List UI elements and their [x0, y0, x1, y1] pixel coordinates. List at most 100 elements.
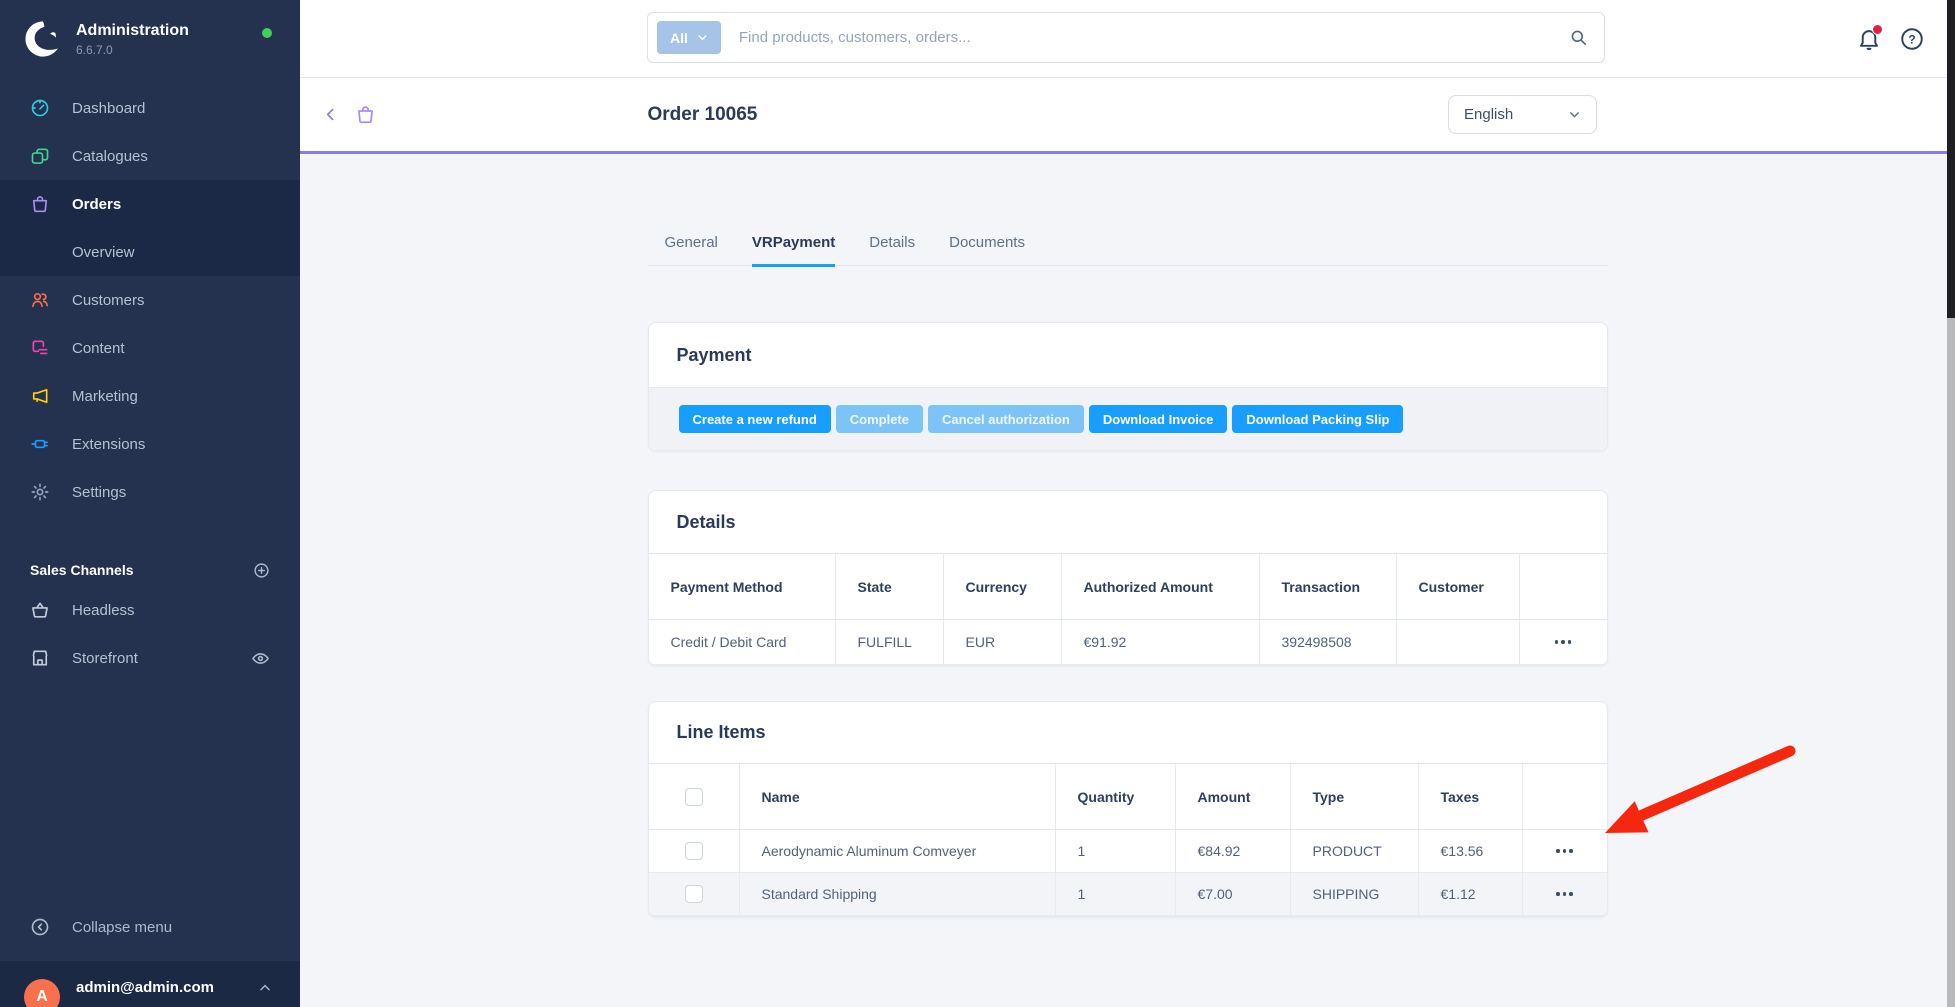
- sidebar-item-label: Settings: [72, 484, 126, 501]
- content-layout-icon: [30, 338, 50, 358]
- sidebar-item-marketing[interactable]: Marketing: [0, 372, 300, 420]
- line-items-card-title: Line Items: [677, 722, 766, 743]
- page-title: Order 10065: [648, 104, 758, 126]
- column-header: Taxes: [1419, 764, 1523, 829]
- search-scope-label: All: [670, 30, 688, 46]
- order-tabs: General VRPayment Details Documents: [648, 234, 1608, 266]
- table-row: Credit / Debit Card FULFILL EUR €91.92 3…: [649, 620, 1607, 665]
- cell-currency: EUR: [944, 620, 1062, 664]
- row-context-menu-button[interactable]: [1552, 843, 1577, 859]
- line-items-card: Line Items Name Quantity Amount Type Tax…: [648, 701, 1608, 917]
- catalog-icon: [30, 146, 50, 166]
- sidebar-item-dashboard[interactable]: Dashboard: [0, 84, 300, 132]
- select-all-checkbox[interactable]: [685, 788, 703, 806]
- content-area: General VRPayment Details Documents Paym…: [300, 154, 1955, 1007]
- collapse-menu-button[interactable]: Collapse menu: [0, 903, 300, 951]
- sidebar-item-label: Dashboard: [72, 100, 145, 117]
- eye-icon[interactable]: [251, 649, 270, 668]
- column-header: Authorized Amount: [1062, 554, 1260, 619]
- sidebar-item-orders[interactable]: Orders: [0, 180, 300, 228]
- column-header: Transaction: [1260, 554, 1397, 619]
- sidebar-item-label: Extensions: [72, 436, 145, 453]
- plug-icon: [30, 434, 50, 454]
- column-header: Amount: [1176, 764, 1291, 829]
- help-button[interactable]: ?: [1899, 26, 1925, 52]
- tab-documents[interactable]: Documents: [949, 234, 1025, 267]
- tab-general[interactable]: General: [665, 234, 718, 267]
- column-header-actions: [1523, 764, 1607, 829]
- sidebar-item-label: Orders: [72, 196, 121, 213]
- row-context-menu-button[interactable]: [1552, 886, 1577, 902]
- chevron-down-icon: [1568, 108, 1581, 121]
- sidebar-item-customers[interactable]: Customers: [0, 276, 300, 324]
- notifications-button[interactable]: [1856, 26, 1882, 52]
- row-checkbox[interactable]: [685, 885, 703, 903]
- sidebar-item-content[interactable]: Content: [0, 324, 300, 372]
- gauge-icon: [30, 98, 50, 118]
- sidebar-item-label: Customers: [72, 292, 145, 309]
- details-card: Details Payment Method State Currency Au…: [648, 490, 1608, 666]
- cell-taxes: €13.56: [1419, 830, 1523, 872]
- sidebar-item-label: Catalogues: [72, 148, 148, 165]
- cell-taxes: €1.12: [1419, 873, 1523, 915]
- download-invoice-button[interactable]: Download Invoice: [1089, 405, 1228, 433]
- basket-icon: [30, 600, 50, 620]
- tab-vrpayment[interactable]: VRPayment: [752, 234, 835, 267]
- line-items-table-header: Name Quantity Amount Type Taxes: [649, 763, 1607, 830]
- cell-payment-method: Credit / Debit Card: [649, 620, 836, 664]
- orders-section: Orders Overview: [0, 180, 300, 276]
- cell-name: Standard Shipping: [740, 873, 1056, 915]
- details-card-title: Details: [677, 512, 736, 533]
- app-version: 6.6.7.0: [76, 43, 189, 57]
- column-header: Type: [1291, 764, 1419, 829]
- tab-details[interactable]: Details: [869, 234, 915, 267]
- smartbar: Order 10065 English: [300, 78, 1955, 154]
- customers-icon: [30, 290, 50, 310]
- table-row: Aerodynamic Aluminum Comveyer 1 €84.92 P…: [649, 830, 1607, 873]
- collapse-circle-left-icon: [30, 917, 50, 937]
- download-packing-slip-button[interactable]: Download Packing Slip: [1232, 405, 1403, 433]
- cell-taxes: SHIPPING: [1291, 873, 1419, 915]
- search-scope-dropdown[interactable]: All: [657, 21, 721, 54]
- online-status-dot: [262, 28, 272, 38]
- gear-icon: [30, 482, 50, 502]
- sales-channel-label: Storefront: [72, 650, 138, 667]
- cell-customer: [1397, 620, 1520, 664]
- scrollbar-thumb[interactable]: [1947, 0, 1955, 318]
- sidebar-item-headless[interactable]: Headless: [0, 586, 300, 634]
- cell-type: PRODUCT: [1291, 830, 1419, 872]
- main-area: All ?: [300, 0, 1955, 1007]
- language-select[interactable]: English: [1448, 95, 1597, 134]
- shopware-logo-icon: [24, 20, 62, 58]
- topbar: All ?: [300, 0, 1955, 78]
- cancel-authorization-button[interactable]: Cancel authorization: [928, 405, 1084, 433]
- sidebar-item-extensions[interactable]: Extensions: [0, 420, 300, 468]
- scrollbar-track[interactable]: [1947, 0, 1955, 1007]
- global-search: All: [647, 12, 1605, 63]
- column-header: State: [836, 554, 944, 619]
- sidebar-item-label: Content: [72, 340, 125, 357]
- order-module-icon: [355, 104, 376, 125]
- create-refund-button[interactable]: Create a new refund: [679, 405, 831, 433]
- notification-badge: [1872, 24, 1883, 35]
- user-menu[interactable]: A admin@admin.com: [0, 961, 300, 1007]
- column-header: Name: [740, 764, 1056, 829]
- sidebar-item-catalogues[interactable]: Catalogues: [0, 132, 300, 180]
- collapse-menu-label: Collapse menu: [72, 919, 172, 936]
- back-button[interactable]: [322, 106, 339, 123]
- row-checkbox[interactable]: [685, 842, 703, 860]
- chevron-down-icon: [697, 32, 708, 43]
- search-icon[interactable]: [1569, 28, 1588, 47]
- sidebar-item-settings[interactable]: Settings: [0, 468, 300, 516]
- row-context-menu-button[interactable]: [1551, 634, 1576, 650]
- cell-quantity: 1: [1056, 830, 1176, 872]
- details-table-header: Payment Method State Currency Authorized…: [649, 553, 1607, 620]
- chevron-up-icon: [258, 981, 272, 995]
- cell-state: FULFILL: [836, 620, 944, 664]
- sidebar-item-storefront[interactable]: Storefront: [0, 634, 300, 682]
- search-input[interactable]: [737, 28, 1569, 47]
- sales-channel-label: Headless: [72, 602, 135, 619]
- complete-button[interactable]: Complete: [836, 405, 923, 433]
- add-sales-channel-icon[interactable]: [253, 562, 270, 579]
- sidebar-item-overview[interactable]: Overview: [0, 228, 300, 276]
